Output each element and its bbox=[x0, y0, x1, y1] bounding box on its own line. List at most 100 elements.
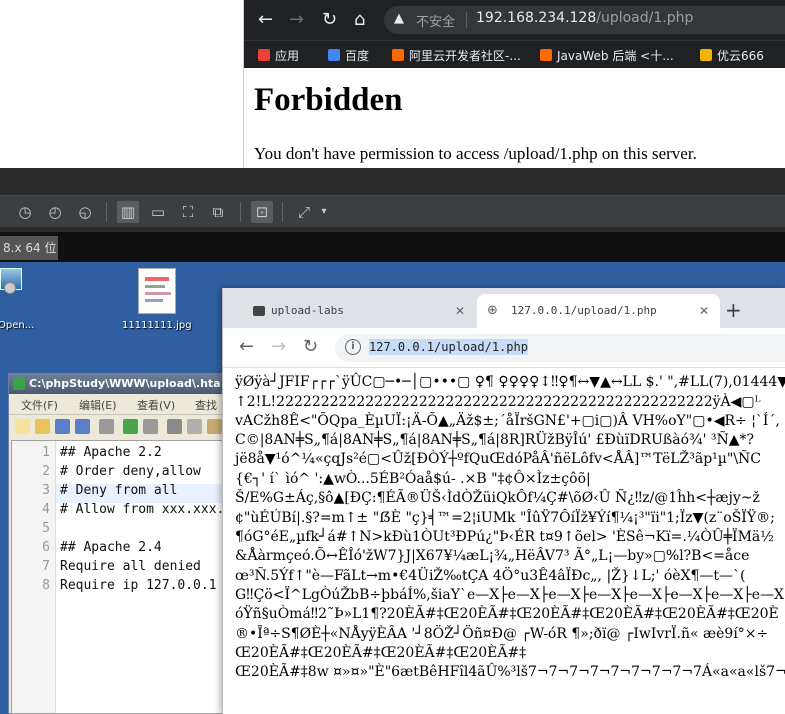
notepad-app-icon bbox=[13, 378, 25, 390]
stretch-icon[interactable]: ⤢ bbox=[293, 201, 315, 223]
menu-file[interactable]: 文件(F) bbox=[21, 397, 58, 413]
copy-icon[interactable] bbox=[187, 419, 202, 434]
binary-text-line: jë8å▼¹ó^¼«çqJs²é▢<Ûž[ÐÒÝ┼ºfQuŒdóPåÂ'ñëLô… bbox=[235, 451, 762, 467]
menu-find[interactable]: 查找 bbox=[195, 397, 217, 413]
star-icon bbox=[700, 49, 712, 61]
bookmark-baidu[interactable]: 百度 bbox=[328, 47, 369, 64]
line-number: 2 bbox=[42, 464, 50, 479]
binary-text-line: œ³Ñ.5Ýf↑"è—FãLt→m•€4ÜiŽ‰tÇA 4Ö°u3Ê4âÏÐc„… bbox=[235, 568, 746, 584]
bookmark-apps[interactable]: 应用 bbox=[258, 47, 299, 64]
globe-icon: ⊕ bbox=[487, 303, 498, 318]
address-bar[interactable]: ▲ 不安全 192.168.234.128/upload/1.php bbox=[384, 6, 785, 34]
close-tab-icon[interactable]: ✕ bbox=[699, 294, 709, 328]
apps-grid-icon bbox=[258, 49, 270, 61]
url-path: /upload/1.php bbox=[596, 10, 694, 26]
aliyun-icon bbox=[540, 49, 552, 61]
notepad-editor[interactable]: 1 2 3 4 5 6 7 8 ## Apache 2.2 # Order de… bbox=[11, 440, 227, 714]
image-file-icon[interactable] bbox=[138, 268, 176, 314]
back-icon[interactable]: ← bbox=[239, 337, 254, 357]
cut-icon[interactable] bbox=[167, 419, 182, 434]
code-line: ## Apache 2.2 bbox=[60, 445, 162, 460]
binary-text-line: Œ20ÈÃ#‡8w ¤»¤»"È"6ætBêHFîl4ãÛ%³lš7¬7¬7¬7… bbox=[235, 664, 785, 680]
binary-text-line: óŸñ§uÒmá‼2˜Þ»L1¶?20ÈÃ#‡Œ20ÈÃ#‡Œ20ÈÃ#‡Œ20… bbox=[235, 606, 779, 622]
page-content: ÿØÿà┘JFIF┌┌┌`ÿÛC▢─•─│▢•••▢ ♀¶ ♀♀♀♀↕‼♀¶↔▼… bbox=[223, 369, 785, 714]
undo-icon[interactable] bbox=[123, 419, 138, 434]
line-number: 7 bbox=[42, 559, 50, 574]
menu-view[interactable]: 查看(V) bbox=[137, 397, 175, 413]
sidebar-view-icon[interactable]: ▥ bbox=[117, 201, 139, 223]
binary-text-line: {€┐' í` ìó^ ':▲wÒ...5ÉB²Óaå$ú- .×B "‡¢Ô×… bbox=[235, 471, 591, 487]
code-line: Require all denied bbox=[60, 559, 201, 574]
line-number: 6 bbox=[42, 540, 50, 555]
reload-icon[interactable]: ↻ bbox=[322, 10, 337, 30]
url-host: 192.168.234.128 bbox=[476, 10, 597, 26]
address-url[interactable]: 127.0.0.1/upload/1.php bbox=[369, 339, 528, 355]
code-line: # Order deny,allow bbox=[60, 464, 201, 479]
code-line: Require ip 127.0.0.1 bbox=[60, 578, 217, 593]
binary-text-line: ¶óG°éE„µfk┘á#↑N>kÐù1ÒUt³ÐPú¿"Þ‹ÉR t¤9↑õe… bbox=[235, 529, 774, 545]
bookmark-label: 优云666 bbox=[717, 49, 764, 63]
forbidden-page: Forbidden You don't have permission to a… bbox=[244, 68, 785, 168]
snapshot-icon[interactable]: ◷ bbox=[14, 201, 36, 223]
redo-icon[interactable] bbox=[143, 419, 158, 434]
forward-icon[interactable]: → bbox=[289, 10, 304, 30]
notepad-menubar: 文件(F) 编辑(E) 查看(V) 查找 bbox=[9, 394, 229, 414]
bookmark-youyun[interactable]: 优云666 bbox=[700, 47, 764, 64]
line-number: 4 bbox=[42, 502, 50, 517]
thumbnail-stripe bbox=[145, 285, 165, 288]
code-line: # Allow from xxx.xxx. bbox=[60, 502, 225, 517]
code-line: # Deny from all bbox=[60, 483, 178, 498]
new-file-icon[interactable] bbox=[15, 419, 30, 434]
disc-icon bbox=[4, 282, 16, 294]
desktop-icon-open[interactable] bbox=[0, 268, 24, 302]
binary-text-line: ↑2!L!22222222222222222222222222222222222… bbox=[235, 394, 761, 410]
omnibox-separator bbox=[466, 12, 467, 28]
tab-title: upload-labs bbox=[271, 304, 344, 317]
address-bar[interactable]: i 127.0.0.1/upload/1.php bbox=[335, 334, 785, 362]
console-icon[interactable]: ⊡ bbox=[251, 201, 273, 223]
vm-host-toolbar: ◷ ◴ ◵ ▥ ▭ ⛶ ⧉ ⊡ ⤢ ▾ bbox=[0, 195, 785, 227]
thumbnail-stripe bbox=[145, 292, 171, 295]
line-number: 3 bbox=[42, 483, 50, 498]
line-number: 8 bbox=[42, 578, 50, 593]
page-message: You don't have permission to access /upl… bbox=[254, 144, 697, 163]
home-icon[interactable]: ⌂ bbox=[354, 10, 365, 30]
address-url[interactable]: 192.168.234.128/upload/1.php bbox=[476, 10, 693, 26]
insecure-label: 不安全 bbox=[416, 15, 456, 30]
manage-snapshots-icon[interactable]: ◵ bbox=[74, 201, 96, 223]
vm-tab[interactable]: 8.x 64 位 bbox=[0, 236, 58, 260]
tab-upload-labs[interactable]: upload-labs ✕ bbox=[233, 294, 473, 328]
save-all-icon[interactable] bbox=[75, 419, 90, 434]
notepad-titlebar[interactable]: C:\phpStudy\WWW\upload\.hta bbox=[9, 374, 229, 394]
background-browser-window: ← → ↻ ⌂ ▲ 不安全 192.168.234.128/upload/1.p… bbox=[243, 0, 785, 168]
revert-snapshot-icon[interactable]: ◴ bbox=[44, 201, 66, 223]
print-icon[interactable] bbox=[99, 419, 114, 434]
foreground-browser-window: upload-labs ✕ ⊕ 127.0.0.1/upload/1.php ✕… bbox=[222, 288, 785, 714]
notepad-title: C:\phpStudy\WWW\upload\.hta bbox=[29, 377, 221, 390]
paste-icon[interactable] bbox=[207, 419, 222, 434]
bookmark-label: JavaWeb 后端 <十... bbox=[557, 49, 674, 63]
binary-text-line: G‼Çö<Ï^LgÒúŽbB÷þbáÍ%,šiaY`e—X├e—X├e—X├e—… bbox=[235, 587, 785, 603]
tab-strip: upload-labs ✕ ⊕ 127.0.0.1/upload/1.php ✕… bbox=[223, 288, 785, 328]
reload-icon[interactable]: ↻ bbox=[303, 337, 318, 357]
forward-icon[interactable]: → bbox=[271, 337, 286, 357]
close-tab-icon[interactable]: ✕ bbox=[455, 294, 465, 328]
unity-icon[interactable]: ⧉ bbox=[207, 201, 229, 223]
bookmark-label: 百度 bbox=[345, 49, 370, 63]
tab-active[interactable]: ⊕ 127.0.0.1/upload/1.php ✕ bbox=[477, 294, 720, 328]
single-view-icon[interactable]: ▭ bbox=[147, 201, 169, 223]
back-icon[interactable]: ← bbox=[258, 10, 273, 30]
notepad-window: C:\phpStudy\WWW\upload\.hta 文件(F) 编辑(E) … bbox=[8, 373, 229, 714]
thumbnail-stripe bbox=[145, 277, 169, 281]
notepad-toolbar bbox=[9, 414, 229, 438]
code-line: ## Apache 2.4 bbox=[60, 540, 162, 555]
bookmark-javaweb[interactable]: JavaWeb 后端 <十... bbox=[540, 47, 674, 64]
save-icon[interactable] bbox=[55, 419, 70, 434]
chevron-down-icon[interactable]: ▾ bbox=[313, 201, 335, 223]
bookmark-aliyun[interactable]: 阿里云开发者社区-... bbox=[392, 47, 521, 64]
fullscreen-icon[interactable]: ⛶ bbox=[177, 201, 199, 223]
menu-edit[interactable]: 编辑(E) bbox=[79, 397, 117, 413]
binary-text-line: &Åàrmçeó.Õ↔ÊÎó'žW7}J|X67¥¼æL¡¾„HëÂV7³ Ã°… bbox=[235, 548, 750, 564]
open-folder-icon[interactable] bbox=[35, 419, 50, 434]
new-tab-icon[interactable]: + bbox=[725, 300, 742, 320]
